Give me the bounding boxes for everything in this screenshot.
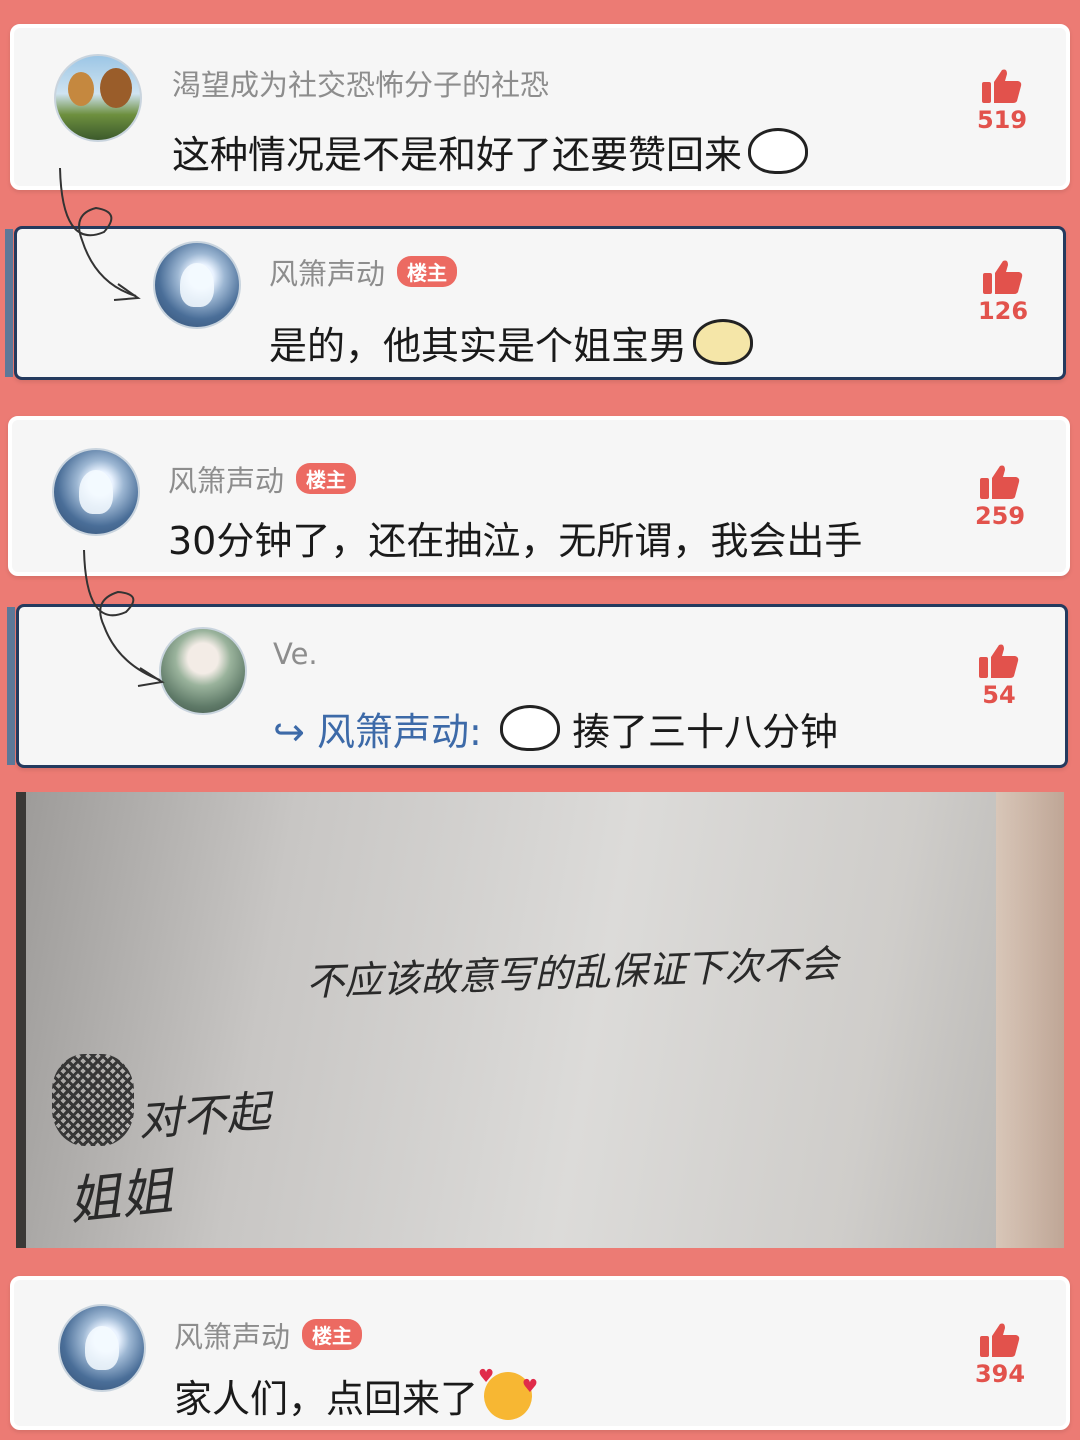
username[interactable]: 风箫声动 楼主 (168, 458, 357, 500)
thumbs-up-icon (979, 644, 1019, 678)
comment-card[interactable]: 渴望成为社交恐怖分子的社恐 这种情况是不是和好了还要赞回来 519 (10, 24, 1070, 190)
like-count: 126 (977, 297, 1029, 325)
username-text[interactable]: 风箫声动 (168, 464, 284, 498)
user-avatar[interactable] (52, 448, 140, 536)
like-count: 259 (974, 502, 1026, 530)
like-count: 394 (974, 1360, 1026, 1388)
reply-to-user[interactable]: 风箫声动: (317, 710, 482, 754)
smiling-hearts-emoji-icon (478, 1366, 538, 1420)
comment-text: 是的，他其实是个姐宝男 (269, 315, 754, 370)
username[interactable]: 渴望成为社交恐怖分子的社恐 (172, 62, 549, 104)
photo-side-strip (996, 792, 1064, 1248)
thumbs-up-icon (980, 465, 1020, 499)
author-badge: 楼主 (397, 256, 458, 287)
comment-text-content: 是的，他其实是个姐宝男 (269, 324, 688, 368)
comment-text: ↪ 风箫声动: 揍了三十八分钟 (273, 701, 838, 756)
comment-text-content: 家人们，点回来了 (174, 1377, 479, 1421)
username[interactable]: 风箫声动 楼主 (269, 251, 458, 293)
user-avatar[interactable] (153, 241, 241, 329)
like-button[interactable]: 54 (969, 643, 1029, 709)
reply-card[interactable]: Ve. ↪ 风箫声动: 揍了三十八分钟 54 (7, 604, 1068, 768)
author-badge: 楼主 (296, 463, 357, 494)
smirk-emoji-icon (748, 128, 809, 174)
username-text[interactable]: 风箫声动 (269, 257, 385, 291)
username[interactable]: Ve. (273, 637, 318, 671)
comment-text: 这种情况是不是和好了还要赞回来 (172, 124, 809, 179)
like-count: 519 (976, 106, 1028, 134)
like-button[interactable]: 126 (973, 259, 1033, 325)
comment-card[interactable]: 风箫声动 楼主 30分钟了，还在抽泣，无所谓，我会出手 259 (8, 416, 1070, 576)
author-badge: 楼主 (302, 1319, 363, 1350)
thumbs-up-icon (980, 1323, 1020, 1357)
handwritten-sister: 姐姐 (65, 1161, 176, 1233)
scribble-mark (52, 1054, 134, 1146)
handwritten-apology: 对不起 (136, 1086, 272, 1147)
like-button[interactable]: 519 (972, 68, 1032, 134)
user-avatar[interactable] (58, 1304, 146, 1392)
thumbs-up-icon (982, 69, 1022, 103)
thumbs-up-icon (983, 260, 1023, 294)
user-avatar[interactable] (54, 54, 142, 142)
laugh-cry-emoji-icon (499, 705, 560, 751)
like-button[interactable]: 394 (970, 1322, 1030, 1388)
comment-card[interactable]: 风箫声动楼主 家人们，点回来了 394 (10, 1276, 1070, 1430)
like-count: 54 (982, 681, 1016, 709)
reply-card[interactable]: 风箫声动 楼主 是的，他其实是个姐宝男 126 (5, 226, 1066, 380)
comment-text-content: 揍了三十八分钟 (571, 710, 838, 754)
photo-edge (16, 792, 26, 1248)
username-text[interactable]: 风箫声动 (174, 1320, 290, 1354)
like-button[interactable]: 259 (970, 464, 1030, 530)
user-avatar[interactable] (159, 627, 247, 715)
comment-text-content: 这种情况是不是和好了还要赞回来 (172, 133, 743, 177)
reply-arrow-icon: ↪ (273, 710, 305, 754)
username[interactable]: 风箫声动 楼主 (174, 1314, 363, 1356)
attached-photo[interactable]: 不应该故意写的乱保证下次不会 对不起 姐姐 (16, 792, 1064, 1248)
doge-emoji-icon (693, 319, 754, 365)
handwritten-line: 不应该故意写的乱保证下次不会 (305, 941, 839, 1005)
comment-text: 30分钟了，还在抽泣，无所谓，我会出手 (168, 519, 863, 563)
comment-text: 家人们，点回来了 (174, 1366, 538, 1423)
